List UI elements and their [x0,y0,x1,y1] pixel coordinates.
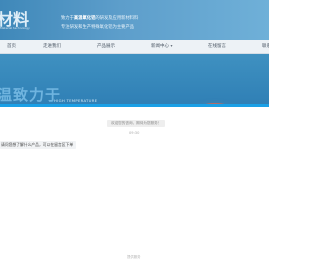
system-tip: 欢迎您的咨询，期待为您服务！ [107,120,166,127]
slogan-highlight: 高温氧化铝 [73,16,96,21]
nav-item-home[interactable]: 首页 [7,43,16,49]
chat-header-bar [0,104,269,107]
logo-subtitle: Material technology [0,26,30,30]
nav-item-news[interactable]: 新闻中心 ▾ [151,43,172,49]
slogan-prefix: 致力于 [61,16,74,21]
nav-item-news-label: 新闻中心 [151,44,169,49]
main-nav: 首页 走进我们 产品展示 新闻中心 ▾ 在线留言 联系 [0,40,269,54]
banner-subtitle: HIGH TEMPERATURE [54,98,98,103]
slogan-line-2: 专注研发和生产特殊氧化铝为主要产品 [61,25,135,30]
slogan-suffix: 的研发及应用新材料料 [95,16,139,21]
hero-banner: 温致力于 HIGH TEMPERATURE [0,54,269,106]
chat-panel [0,104,269,262]
nav-item-message[interactable]: 在线留言 [208,43,226,49]
powered-by[interactable]: 提供服务 [127,254,141,259]
site-header: 材料 Material technology 致力于高温氧化铝的研发及应用新材料… [0,0,269,40]
slogan-line-1: 致力于高温氧化铝的研发及应用新材料料 [61,15,138,21]
nav-item-contact[interactable]: 联系 [262,43,269,49]
nav-item-about[interactable]: 走进我们 [43,43,61,49]
page: 材料 Material technology 致力于高温氧化铝的研发及应用新材料… [0,0,269,262]
message-time: 09:30 [129,131,140,135]
banner-title: 温致力于 [0,86,62,104]
chevron-down-icon: ▾ [170,43,173,48]
message-bubble: 请问您想了解什么产品，可以在留言区下单 [0,141,77,149]
nav-item-products[interactable]: 产品展示 [97,43,115,49]
